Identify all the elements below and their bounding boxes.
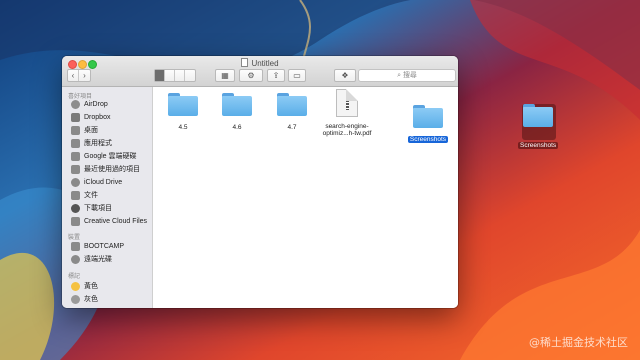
folder-icon: [413, 105, 443, 128]
sidebar-item-label: 黃色: [84, 283, 98, 290]
file-item-folder[interactable]: 4.5: [165, 93, 201, 131]
recents-icon: [71, 164, 80, 174]
list-view-icon[interactable]: [165, 70, 175, 81]
gear-icon: ⚙: [247, 71, 255, 80]
folder-icon: [222, 93, 252, 116]
action-button[interactable]: ⚙: [239, 69, 263, 82]
icon-view-icon[interactable]: [155, 70, 165, 81]
gallery-view-icon[interactable]: [185, 70, 195, 81]
sidebar-item-label: 下載項目: [84, 205, 112, 212]
file-item-folder[interactable]: 4.7: [274, 93, 310, 131]
title-bar: Untitled ‹ › ▦ ⚙ ⇪ ▭ ❖ ⌕ 搜尋: [62, 56, 458, 87]
sidebar-item-label: Creative Cloud Files: [84, 217, 148, 225]
tag-yellow-icon: [71, 281, 80, 291]
creative-cloud-icon: [71, 216, 80, 226]
window-title-wrap: Untitled: [62, 58, 458, 68]
file-name: 4.6: [232, 124, 242, 131]
sidebar-item-label: AirDrop: [84, 100, 108, 108]
applications-icon: [71, 138, 80, 148]
sidebar-item-tag-gray[interactable]: 灰色: [71, 293, 98, 305]
dragged-folder-label: Screenshots: [518, 142, 559, 149]
sidebar-item-desktop[interactable]: 桌面: [71, 124, 98, 136]
disk-icon: [71, 241, 80, 251]
documents-icon: [71, 190, 80, 200]
sidebar: 喜好項目 AirDrop Dropbox 桌面 應用程式 Google 雲端硬碟…: [62, 87, 153, 308]
folder-icon: [523, 104, 553, 127]
column-view-icon[interactable]: [175, 70, 185, 81]
document-icon: [241, 58, 249, 67]
tag-icon: ▭: [293, 71, 301, 80]
sidebar-item-label: 文件: [84, 192, 98, 199]
sidebar-item-downloads[interactable]: 下載項目: [71, 202, 112, 214]
sidebar-heading-tags: 標記: [68, 274, 81, 280]
sidebar-item-airdrop[interactable]: AirDrop: [71, 98, 108, 110]
window-title: Untitled: [251, 59, 279, 68]
sidebar-item-label: Dropbox: [84, 113, 111, 121]
desktop-icon: [71, 125, 80, 135]
file-name: 4.7: [287, 124, 297, 131]
sidebar-item-dropbox[interactable]: Dropbox: [71, 111, 110, 123]
search-icon: ⌕: [397, 72, 401, 79]
file-item-folder-selected[interactable]: Screenshots: [403, 105, 453, 143]
airdrop-icon: [71, 99, 80, 109]
search-input[interactable]: ⌕ 搜尋: [358, 69, 456, 82]
file-item-folder[interactable]: 4.6: [219, 93, 255, 131]
sidebar-item-label: 灰色: [84, 296, 98, 303]
sidebar-item-label: 應用程式: [84, 140, 112, 147]
dropbox-icon: ❖: [341, 71, 349, 80]
optical-disc-icon: [71, 254, 80, 264]
sidebar-item-label: iCloud Drive: [84, 178, 123, 186]
pdf-file-icon: [336, 89, 358, 117]
sidebar-item-applications[interactable]: 應用程式: [71, 137, 112, 149]
file-name: 4.5: [178, 124, 188, 131]
finder-window: Untitled ‹ › ▦ ⚙ ⇪ ▭ ❖ ⌕ 搜尋 喜好項目 AirDrop …: [62, 56, 458, 308]
search-placeholder: 搜尋: [402, 72, 417, 79]
file-name-line1: search-engine-: [325, 123, 369, 130]
sidebar-item-label: 遠端光碟: [84, 256, 112, 263]
sidebar-item-tag-yellow[interactable]: 黃色: [71, 280, 98, 292]
dropbox-button[interactable]: ❖: [334, 69, 356, 82]
sidebar-item-google-drive[interactable]: Google 雲端硬碟: [71, 150, 137, 162]
nav-buttons: ‹ ›: [67, 69, 91, 82]
sidebar-item-bootcamp[interactable]: BOOTCAMP: [71, 240, 124, 252]
sidebar-item-remote-disc[interactable]: 遠端光碟: [71, 253, 112, 265]
dragged-folder[interactable]: [518, 104, 558, 127]
google-drive-icon: [71, 151, 80, 161]
file-item-pdf[interactable]: search-engine- optimiz...h-tw.pdf: [319, 89, 375, 137]
share-icon: ⇪: [272, 71, 280, 80]
chevron-right-icon[interactable]: ›: [79, 70, 90, 81]
sidebar-item-label: 最近使用過的項目: [84, 166, 140, 173]
sidebar-item-label: BOOTCAMP: [84, 242, 125, 250]
share-button[interactable]: ⇪: [267, 69, 285, 82]
folder-icon: [168, 93, 198, 116]
chevron-left-icon[interactable]: ‹: [68, 70, 79, 81]
sidebar-item-recents[interactable]: 最近使用過的項目: [71, 163, 140, 175]
group-button[interactable]: ▦: [215, 69, 235, 82]
dropbox-icon: [71, 112, 80, 122]
sidebar-item-documents[interactable]: 文件: [71, 189, 98, 201]
cloud-icon: [71, 177, 80, 187]
file-grid: 4.5 4.6 4.7 search-engine- optimiz...h-t…: [153, 87, 458, 308]
downloads-icon: [71, 203, 80, 213]
tag-button[interactable]: ▭: [288, 69, 306, 82]
grid-icon: ▦: [221, 71, 229, 80]
view-mode-control: [154, 69, 196, 82]
sidebar-item-creative-cloud[interactable]: Creative Cloud Files: [71, 215, 147, 227]
sidebar-item-icloud[interactable]: iCloud Drive: [71, 176, 122, 188]
file-name: Screenshots: [407, 136, 449, 143]
watermark: @稀土掘金技术社区: [529, 336, 628, 349]
tag-gray-icon: [71, 294, 80, 304]
sidebar-item-label: Google 雲端硬碟: [84, 153, 137, 160]
folder-icon: [277, 93, 307, 116]
file-name-line2: optimiz...h-tw.pdf: [322, 130, 372, 137]
sidebar-item-label: 桌面: [84, 127, 98, 134]
